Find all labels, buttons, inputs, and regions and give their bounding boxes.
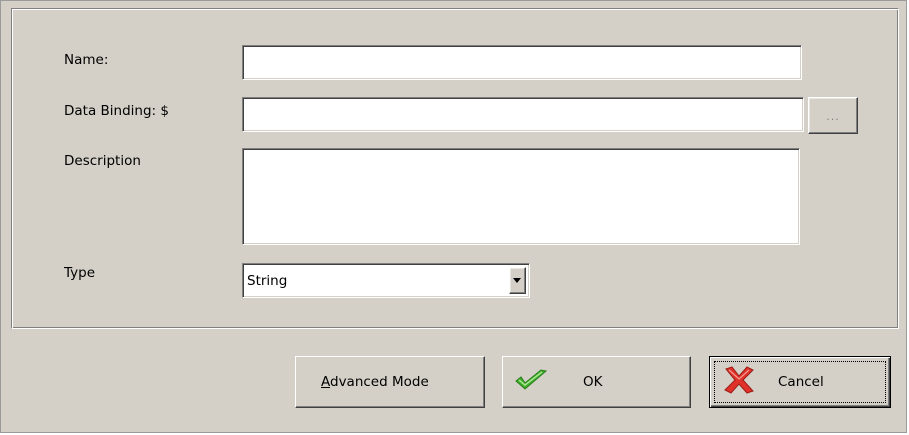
chevron-down-icon <box>513 278 521 283</box>
cancel-label: Cancel <box>778 374 824 390</box>
green-checkmark-icon <box>513 368 549 396</box>
browse-button[interactable]: ... <box>808 97 858 134</box>
name-label: Name: <box>64 52 109 68</box>
name-input[interactable] <box>242 45 802 80</box>
advanced-mode-label: Advanced Mode <box>321 374 429 390</box>
data-binding-input[interactable] <box>242 97 804 132</box>
cancel-button[interactable]: Cancel <box>709 356 891 408</box>
type-select[interactable]: String <box>242 263 530 298</box>
data-binding-label: Data Binding: $ <box>64 103 169 119</box>
ok-label: OK <box>583 374 603 390</box>
browse-button-label: ... <box>826 110 840 123</box>
type-label: Type <box>64 265 96 281</box>
description-label: Description <box>64 153 141 169</box>
ok-button[interactable]: OK <box>502 356 691 408</box>
type-select-dropdown-button[interactable] <box>509 267 526 294</box>
advanced-mode-button[interactable]: Advanced Mode <box>295 356 485 408</box>
dialog-window: Name: Data Binding: $ ... Description Ty… <box>0 0 907 433</box>
red-x-icon <box>722 365 756 399</box>
type-select-value: String <box>247 273 288 289</box>
description-textarea[interactable] <box>242 148 800 245</box>
